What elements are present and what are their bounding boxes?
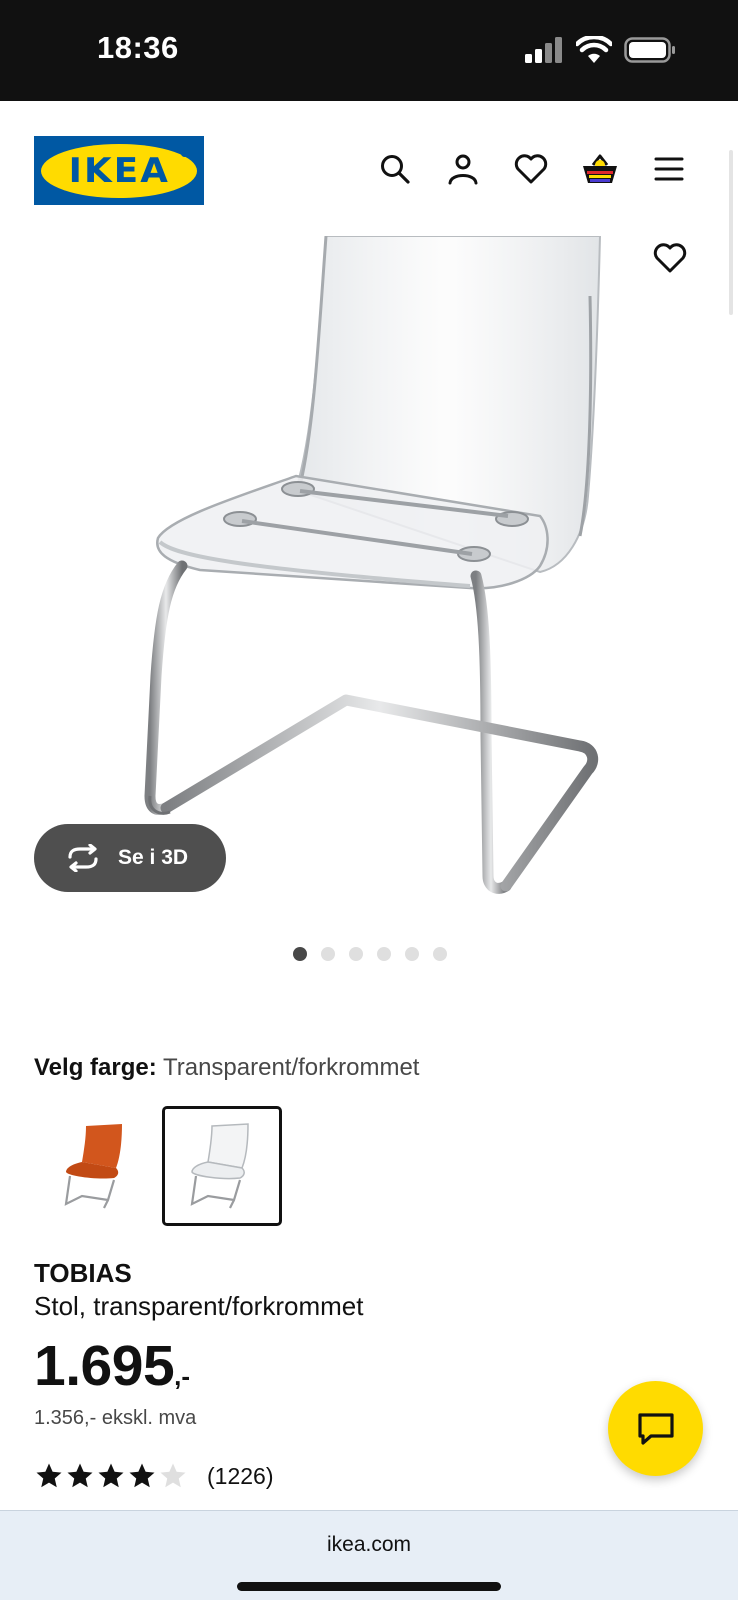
price-excl-vat: 1.356,- ekskl. mva xyxy=(34,1407,197,1429)
add-to-wishlist-button[interactable] xyxy=(648,236,692,280)
star-filled-icon xyxy=(129,1463,155,1488)
pager-dot[interactable] xyxy=(293,947,307,961)
browser-url-bar[interactable]: ikea.com xyxy=(0,1510,738,1600)
logo-oval: IKEA xyxy=(41,143,197,198)
pager-dot[interactable] xyxy=(433,947,447,961)
pager-dot[interactable] xyxy=(349,947,363,961)
wishlist-heart-icon[interactable] xyxy=(509,147,553,191)
chat-bubble-icon xyxy=(637,1412,674,1445)
star-filled-icon xyxy=(98,1463,124,1488)
color-option-orange[interactable] xyxy=(36,1106,156,1226)
status-bar: 18:36 xyxy=(0,0,738,101)
product-name: TOBIAS xyxy=(34,1258,132,1288)
status-icons xyxy=(524,36,676,64)
star-empty-icon xyxy=(160,1463,186,1488)
product-price: 1.695,- xyxy=(34,1333,190,1399)
product-description: Stol, transparent/forkrommet xyxy=(34,1291,364,1321)
review-count: (1226) xyxy=(207,1462,274,1489)
orange-chair-thumbnail xyxy=(64,1124,122,1209)
product-rating[interactable]: (1226) xyxy=(34,1461,273,1491)
battery-icon xyxy=(624,37,675,63)
star-filled-icon xyxy=(36,1463,62,1488)
logo-text: IKEA xyxy=(68,150,170,191)
menu-icon[interactable] xyxy=(647,147,691,191)
site-header: IKEA xyxy=(0,101,738,236)
rotate-3d-icon xyxy=(68,844,98,872)
shopping-bag-icon[interactable] xyxy=(578,147,622,191)
transparent-chair-thumbnail xyxy=(190,1123,249,1209)
chair-illustration xyxy=(144,235,602,894)
url-text[interactable]: ikea.com xyxy=(0,1533,738,1557)
view-in-3d-label: Se i 3D xyxy=(118,846,189,869)
home-indicator[interactable] xyxy=(237,1582,501,1591)
price-value: 1.695 xyxy=(34,1334,175,1398)
ikea-logo[interactable]: IKEA xyxy=(34,136,204,205)
status-time: 18:36 xyxy=(97,30,179,65)
color-label-title: Velg farge: xyxy=(34,1054,157,1081)
color-option-transparent[interactable] xyxy=(162,1106,282,1226)
heart-icon xyxy=(653,243,687,273)
star-filled-icon xyxy=(67,1463,93,1488)
logo-registered-mark xyxy=(181,150,188,157)
pager-dot[interactable] xyxy=(321,947,335,961)
account-icon[interactable] xyxy=(441,147,485,191)
wifi-icon xyxy=(576,36,612,63)
product-image[interactable] xyxy=(0,235,738,916)
pager-dot[interactable] xyxy=(405,947,419,961)
color-selector-label: Velg farge: Transparent/forkrommet xyxy=(34,1054,419,1082)
product-page: 18:36 IKEA Se i 3D Velg farge: Transpare… xyxy=(0,0,738,1600)
search-icon[interactable] xyxy=(373,147,417,191)
color-selected-value: Transparent/forkrommet xyxy=(162,1054,420,1081)
chat-button[interactable] xyxy=(608,1381,703,1476)
price-suffix: ,- xyxy=(174,1361,191,1391)
image-pager xyxy=(293,947,447,961)
cellular-signal-icon xyxy=(525,37,562,63)
view-in-3d-button[interactable]: Se i 3D xyxy=(34,824,226,892)
pager-dot[interactable] xyxy=(377,947,391,961)
